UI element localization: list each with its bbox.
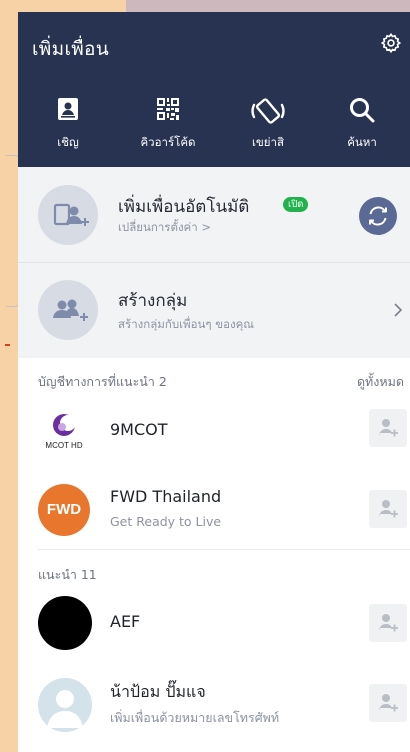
add-friend-icon — [379, 419, 398, 437]
friend-name: น้าป้อม ปั๊มแจ — [110, 682, 206, 701]
qr-code-icon — [157, 98, 179, 120]
status-badge: เปิด — [283, 197, 309, 212]
add-friend-icon — [379, 500, 398, 518]
auto-add-title: เพิ่มเพื่อนอัตโนมัติ — [118, 197, 250, 217]
refresh-icon — [369, 206, 387, 226]
official-account-item-fwd[interactable]: FWD FWD Thailand Get Ready to Live — [18, 476, 410, 546]
add-friend-icon — [379, 614, 398, 632]
top-strip — [0, 0, 410, 12]
auto-add-friends-row: เพิ่มเพื่อนอัตโนมัติ เปิด เปลี่ยนการตั้ง… — [18, 167, 410, 262]
avatar — [38, 678, 92, 732]
qr-code-label: คิวอาร์โค้ด — [140, 135, 196, 149]
invite-icon — [58, 98, 78, 120]
divider — [38, 549, 410, 550]
official-accounts-label: บัญชีทางการที่แนะนำ 2 — [38, 374, 167, 389]
search-button[interactable]: ค้นหา — [322, 96, 402, 154]
fwd-logo: FWD — [38, 484, 90, 536]
account-name: FWD Thailand — [110, 487, 222, 506]
add-friend-book-icon — [53, 203, 89, 226]
default-avatar-icon — [47, 690, 83, 728]
gear-icon — [380, 32, 402, 54]
add-friend-button[interactable] — [369, 684, 407, 722]
see-all-link[interactable]: ดูทั้งหมด — [357, 372, 404, 392]
create-group-title: สร้างกลุ่ม — [118, 291, 188, 311]
create-group-subtitle: สร้างกลุ่มกับเพื่อนๆ ของคุณ — [118, 317, 254, 331]
add-friend-icon — [379, 694, 398, 712]
create-group-row[interactable]: สร้างกลุ่ม สร้างกลุ่มกับเพื่อนๆ ของคุณ — [18, 262, 410, 358]
add-friend-button[interactable] — [369, 604, 407, 642]
add-friends-screen: เพิ่มเพื่อน เชิญ คิวอาร์โค้ด เขย่าสิ ค้น… — [18, 12, 410, 752]
red-mark — [5, 344, 10, 346]
invite-button[interactable]: เชิญ — [28, 96, 108, 154]
friend-name: AEF — [110, 612, 141, 631]
add-friend-button[interactable] — [369, 409, 407, 447]
search-label: ค้นหา — [347, 135, 377, 149]
mcot-logo: MCOT HD — [45, 414, 83, 450]
recommended-header: แนะนำ 11 — [18, 551, 410, 591]
shake-button[interactable]: เขย่าสิ — [228, 96, 308, 154]
recommended-label: แนะนำ 11 — [38, 567, 97, 582]
shake-label: เขย่าสิ — [251, 135, 284, 149]
recommended-item-pom[interactable]: น้าป้อม ปั๊มแจ เพิ่มเพื่อนด้วยหมายเลขโทร… — [18, 668, 410, 738]
refresh-button[interactable] — [359, 197, 397, 235]
search-icon — [350, 98, 375, 123]
group-add-icon — [53, 299, 88, 321]
qr-code-button[interactable]: คิวอาร์โค้ด — [128, 96, 208, 154]
official-account-item-9mcot[interactable]: MCOT HD 9MCOT — [18, 396, 410, 466]
chevron-right-icon — [394, 303, 403, 317]
change-settings-link[interactable]: เปลี่ยนการตั้งค่า > — [118, 219, 211, 237]
invite-label: เชิญ — [57, 135, 79, 149]
auto-add-avatar — [38, 185, 98, 245]
page-title: เพิ่มเพื่อน — [32, 38, 110, 60]
official-accounts-header: บัญชีทางการที่แนะนำ 2 ดูทั้งหมด — [18, 358, 410, 398]
avatar — [38, 596, 92, 650]
settings-button[interactable] — [380, 32, 402, 54]
add-friend-button[interactable] — [369, 490, 407, 528]
header: เพิ่มเพื่อน เชิญ คิวอาร์โค้ด เขย่าสิ ค้น… — [18, 12, 410, 167]
friend-source: เพิ่มเพื่อนด้วยหมายเลขโทรศัพท์ — [110, 710, 280, 725]
recommended-item-aef[interactable]: AEF — [18, 588, 410, 658]
account-name: 9MCOT — [110, 420, 168, 439]
shake-icon — [251, 98, 285, 124]
account-tagline: Get Ready to Live — [110, 514, 222, 529]
top-strip-gray — [126, 0, 410, 12]
mcot-logo-text: MCOT HD — [45, 441, 82, 450]
create-group-avatar — [38, 280, 98, 340]
